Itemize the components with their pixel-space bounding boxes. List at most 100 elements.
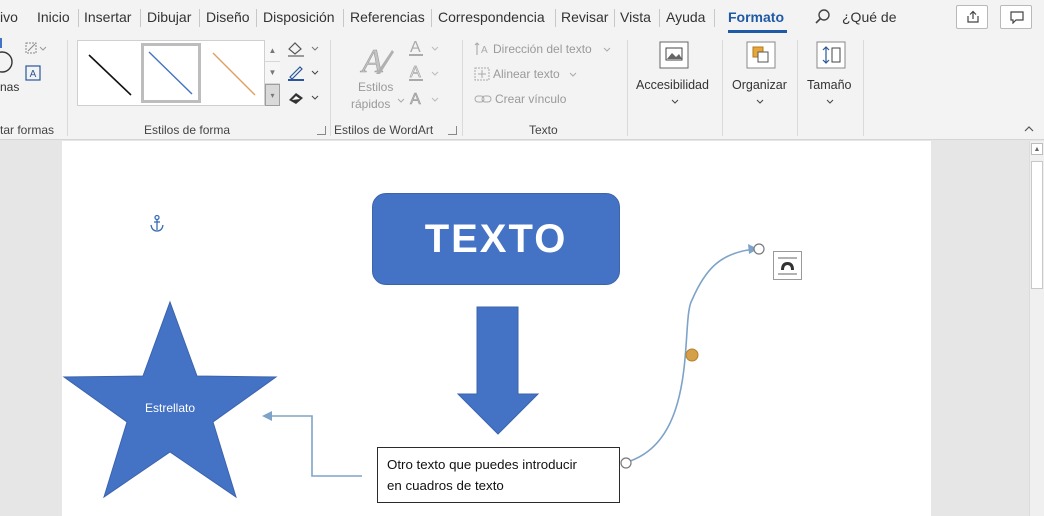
share-button[interactable] xyxy=(956,5,988,29)
shape-style-blue-line-selected[interactable] xyxy=(141,43,201,103)
shape-line-icon xyxy=(0,38,2,48)
size-icon[interactable] xyxy=(815,40,847,70)
layout-options-button[interactable] xyxy=(773,251,802,280)
tab-insertar[interactable]: Insertar xyxy=(84,9,131,25)
tab-separator xyxy=(343,9,344,27)
star-label: Estrellato xyxy=(144,401,196,415)
text-effects-icon[interactable]: A xyxy=(408,90,442,108)
group-separator xyxy=(627,40,628,136)
text-box-icon[interactable]: A xyxy=(25,65,41,81)
down-arrow-shape[interactable] xyxy=(456,306,540,436)
tab-separator xyxy=(555,9,556,27)
quick-styles-label-2[interactable]: rápidos xyxy=(351,97,390,111)
tab-ivo[interactable]: ivo xyxy=(0,9,18,25)
arrange-icon[interactable] xyxy=(745,40,777,70)
quick-styles-icon[interactable]: A xyxy=(358,40,398,80)
ribbon: nas A tar formas ▲ ▼ ▾ Estilos de forma … xyxy=(0,36,1044,140)
svg-text:A: A xyxy=(410,64,421,81)
shapes-button-label[interactable]: nas xyxy=(0,80,19,94)
size-button[interactable]: Tamaño xyxy=(807,78,851,92)
text-direction-icon[interactable]: A xyxy=(474,41,490,57)
gallery-scroll-down[interactable]: ▼ xyxy=(265,62,280,84)
tab-separator xyxy=(431,9,432,27)
gallery-scroll[interactable]: ▲ ▼ ▾ xyxy=(264,40,280,106)
tab-disposición[interactable]: Disposición xyxy=(263,9,335,25)
tab-separator xyxy=(199,9,200,27)
tab-separator xyxy=(659,9,660,27)
shape-styles-dialog-launcher[interactable] xyxy=(317,126,326,135)
tab-formato[interactable]: Formato xyxy=(728,9,784,25)
collapse-ribbon-icon[interactable] xyxy=(1024,125,1034,133)
text-box-line-2: en cuadros de texto xyxy=(387,478,504,493)
tab-referencias[interactable]: Referencias xyxy=(350,9,425,25)
svg-text:A: A xyxy=(410,91,421,108)
tab-vista[interactable]: Vista xyxy=(620,9,651,25)
group-separator xyxy=(67,40,68,136)
anchor-icon xyxy=(150,214,164,232)
shape-style-black-line[interactable] xyxy=(79,43,139,103)
create-link-button[interactable]: Crear vínculo xyxy=(495,92,566,106)
gallery-more[interactable]: ▾ xyxy=(265,84,280,106)
shape-styles-gallery xyxy=(77,40,280,106)
insert-shapes-group-label: tar formas xyxy=(0,123,55,137)
text-box[interactable]: Otro texto que puedes introducir en cuad… xyxy=(377,447,620,503)
tab-separator xyxy=(714,9,715,27)
shape-styles-group-label: Estilos de forma xyxy=(144,123,231,137)
chevron-down-icon xyxy=(603,47,611,52)
text-fill-icon[interactable]: A xyxy=(408,39,442,57)
alt-text-icon[interactable] xyxy=(658,40,690,70)
shape-fill-icon[interactable] xyxy=(286,41,320,57)
group-separator xyxy=(722,40,723,136)
star-shape[interactable] xyxy=(62,300,278,500)
group-separator xyxy=(863,40,864,136)
tab-inicio[interactable]: Inicio xyxy=(37,9,70,25)
vertical-scrollbar[interactable]: ▲ xyxy=(1029,141,1044,516)
texto-rounded-rectangle[interactable]: TEXTO xyxy=(372,193,620,285)
tell-me-search[interactable]: ¿Qué de xyxy=(842,9,896,25)
align-text-button[interactable]: Alinear texto xyxy=(493,67,560,81)
chevron-down-icon xyxy=(826,99,834,104)
text-direction-button[interactable]: Dirección del texto xyxy=(493,42,592,56)
group-separator xyxy=(797,40,798,136)
gallery-scroll-up[interactable]: ▲ xyxy=(265,40,280,62)
layout-options-icon xyxy=(778,257,797,275)
chevron-down-icon xyxy=(756,99,764,104)
scroll-thumb[interactable] xyxy=(1031,161,1043,289)
group-separator xyxy=(462,40,463,136)
wordart-dialog-launcher[interactable] xyxy=(448,126,457,135)
align-text-icon[interactable] xyxy=(474,66,490,82)
tab-revisar[interactable]: Revisar xyxy=(561,9,608,25)
shape-outline-icon[interactable] xyxy=(286,65,320,81)
tab-diseño[interactable]: Diseño xyxy=(206,9,250,25)
text-box-line-1: Otro texto que puedes introducir xyxy=(387,457,577,472)
shape-effects-icon[interactable] xyxy=(286,90,320,106)
chevron-down-icon xyxy=(397,98,405,103)
tab-separator xyxy=(140,9,141,27)
svg-text:A: A xyxy=(481,45,488,56)
comment-icon xyxy=(1010,11,1024,24)
svg-text:A: A xyxy=(360,43,383,80)
tab-separator xyxy=(256,9,257,27)
tab-correspondencia[interactable]: Correspondencia xyxy=(438,9,545,25)
search-icon[interactable] xyxy=(814,8,832,26)
tab-ayuda[interactable]: Ayuda xyxy=(666,9,705,25)
accessibility-button[interactable]: Accesibilidad xyxy=(636,78,709,92)
tab-dibujar[interactable]: Dibujar xyxy=(147,9,191,25)
comments-button[interactable] xyxy=(1000,5,1032,29)
shapes-oval-icon[interactable] xyxy=(0,50,16,74)
svg-text:A: A xyxy=(30,69,37,80)
chevron-down-icon xyxy=(671,99,679,104)
edit-shape-icon[interactable] xyxy=(25,41,47,55)
ribbon-tab-bar: ivo Inicio Insertar Dibujar Diseño Disposició… xyxy=(0,0,1044,36)
arrange-button[interactable]: Organizar xyxy=(732,78,787,92)
scroll-up-arrow[interactable]: ▲ xyxy=(1031,143,1043,155)
share-icon xyxy=(967,10,979,23)
tab-separator xyxy=(78,9,79,27)
text-outline-icon[interactable]: A xyxy=(408,64,442,82)
link-icon[interactable] xyxy=(474,92,492,106)
chevron-down-icon xyxy=(569,72,577,77)
text-group-label: Texto xyxy=(529,123,558,137)
shape-style-orange-line[interactable] xyxy=(205,43,265,103)
active-tab-underline xyxy=(728,30,787,33)
quick-styles-label-1[interactable]: Estilos xyxy=(358,80,393,94)
